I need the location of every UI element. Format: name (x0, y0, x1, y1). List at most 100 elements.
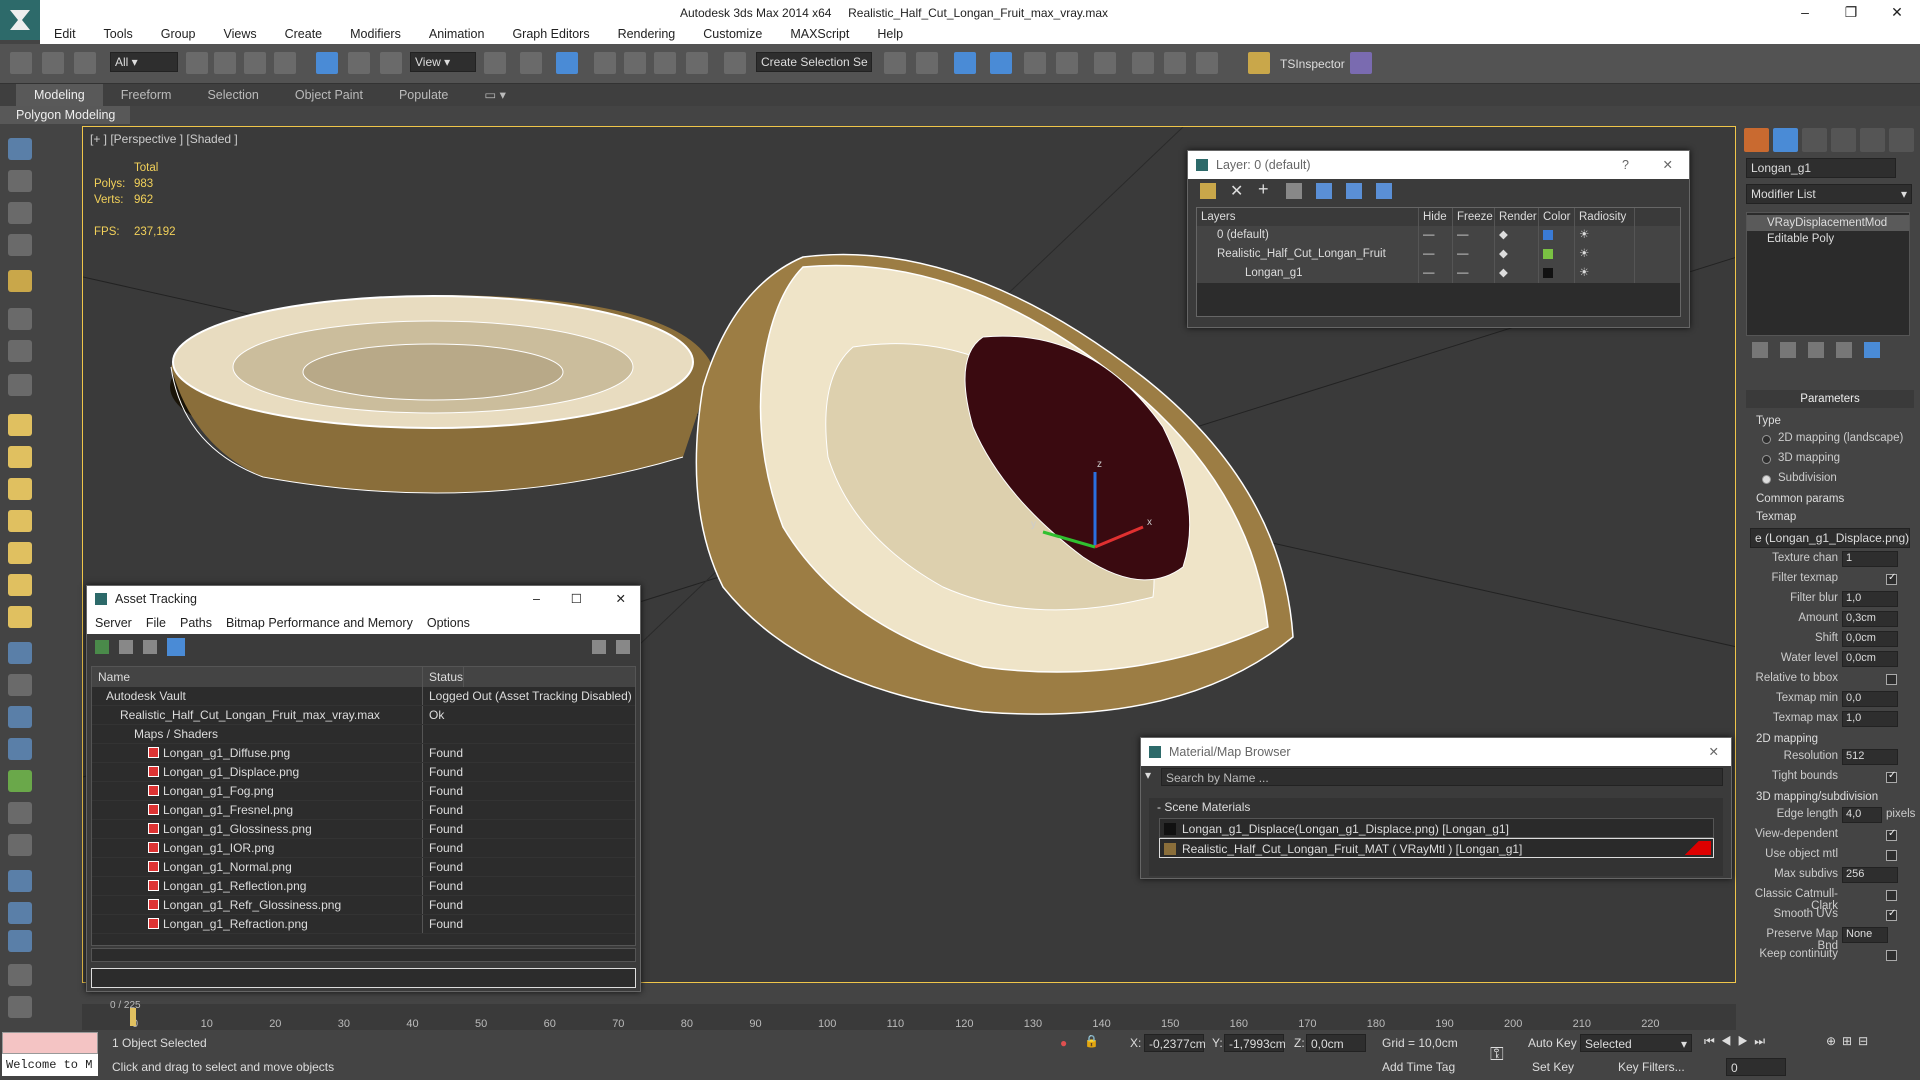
select-rotate-icon[interactable] (348, 52, 370, 74)
radiosity-icon[interactable]: ☀ (1575, 226, 1635, 245)
render-toggle[interactable]: ◆ (1495, 264, 1539, 283)
tab-selection[interactable]: Selection (189, 84, 276, 106)
asset-row[interactable]: Longan_g1_Fresnel.png Found (92, 801, 635, 820)
time-slider-handle[interactable] (130, 1008, 136, 1026)
asset-row[interactable]: Longan_g1_Refr_Glossiness.png Found (92, 896, 635, 915)
delete-layer-icon[interactable]: ✕ (1230, 181, 1243, 201)
asset-row[interactable]: Realistic_Half_Cut_Longan_Fruit_max_vray… (92, 706, 635, 725)
select-manipulate-icon[interactable] (520, 52, 542, 74)
list-view-icon[interactable] (119, 640, 133, 654)
lock-selection-icon[interactable]: 🔒 (1084, 1034, 1099, 1048)
asset-row[interactable]: Longan_g1_Reflection.png Found (92, 877, 635, 896)
viewport-nav-controls[interactable]: ⊕⊞⊟ (1826, 1034, 1874, 1048)
modifier-vraydisplacement[interactable]: VRayDisplacementMod (1747, 215, 1909, 231)
viewport-config-icon[interactable] (8, 930, 32, 952)
layer-row[interactable]: Realistic_Half_Cut_Longan_Fruit — — ◆ ☀ (1197, 245, 1680, 264)
freeze-toggle[interactable]: — (1453, 245, 1495, 264)
layer-name[interactable]: Longan_g1 (1197, 264, 1419, 283)
use-object-mtl-checkbox[interactable] (1886, 850, 1897, 861)
percent-snap-icon[interactable] (654, 52, 676, 74)
asset-minimize-button[interactable]: – (533, 586, 540, 612)
material-item[interactable]: Longan_g1_Displace(Longan_g1_Displace.pn… (1159, 818, 1714, 838)
rendered-frame-icon[interactable] (1164, 52, 1186, 74)
menu-create[interactable]: Create (271, 24, 337, 44)
hide-all-layers-icon[interactable] (1346, 183, 1362, 199)
freeze-all-layers-icon[interactable] (1376, 183, 1392, 199)
menu-modifiers[interactable]: Modifiers (336, 24, 415, 44)
radiosity-icon[interactable]: ☀ (1575, 245, 1635, 264)
asset-row[interactable]: Longan_g1_Glossiness.png Found (92, 820, 635, 839)
select-by-name-icon[interactable] (214, 52, 236, 74)
ribbon-toggle-icon[interactable] (990, 52, 1012, 74)
key-filters-button[interactable]: Key Filters... (1618, 1060, 1685, 1074)
texmap-min-spinner[interactable]: 0,0 (1842, 691, 1898, 707)
scene-icon[interactable] (8, 902, 32, 924)
asset-row[interactable]: Autodesk Vault Logged Out (Asset Tracking… (92, 687, 635, 706)
viewport-label[interactable]: [+ ] [Perspective ] [Shaded ] (90, 132, 238, 146)
plugin-icon[interactable] (1350, 52, 1372, 74)
table-view-icon[interactable] (167, 638, 185, 656)
make-unique-icon[interactable] (1808, 342, 1824, 358)
select-objects-in-layer-icon[interactable] (1286, 183, 1302, 199)
layer-color-swatch[interactable] (1539, 245, 1575, 264)
menu-help[interactable]: Help (863, 24, 917, 44)
asset-path-field[interactable] (91, 968, 636, 988)
ribbon-options-icon[interactable]: ▭ ▾ (466, 84, 524, 106)
type-option[interactable]: 3D mapping (1746, 450, 1914, 470)
mirror-icon[interactable] (884, 52, 906, 74)
select-object-icon[interactable] (186, 52, 208, 74)
refresh-icon[interactable] (95, 640, 109, 654)
asset-tracking-titlebar[interactable]: Asset Tracking – ☐ ✕ (87, 586, 640, 612)
menu-customize[interactable]: Customize (689, 24, 776, 44)
flower-icon[interactable] (8, 510, 32, 532)
new-layer-icon[interactable] (1200, 183, 1216, 199)
render-toggle[interactable]: ◆ (1495, 245, 1539, 264)
rect-selection-icon[interactable] (244, 52, 266, 74)
add-time-tag[interactable]: Add Time Tag (1382, 1060, 1455, 1074)
material-item[interactable]: Realistic_Half_Cut_Longan_Fruit_MAT ( VR… (1159, 838, 1714, 858)
render-production-icon[interactable] (1196, 52, 1218, 74)
spinner-snap-icon[interactable] (686, 52, 708, 74)
angle-snap-icon[interactable] (624, 52, 646, 74)
z-coord-field[interactable]: 0,0cm (1306, 1034, 1366, 1052)
col-radiosity[interactable]: Radiosity (1575, 208, 1635, 226)
disc-icon[interactable] (8, 606, 32, 628)
menu-graph-editors[interactable]: Graph Editors (498, 24, 603, 44)
plane-icon[interactable] (8, 414, 32, 436)
relative-to-bbox-checkbox[interactable] (1886, 674, 1897, 685)
search-menu-icon[interactable]: ▾ (1145, 768, 1151, 782)
object-name-field[interactable]: Longan_g1 (1746, 158, 1896, 178)
maxscript-listener-pink[interactable] (2, 1032, 98, 1054)
modifier-list-dropdown[interactable]: Modifier List ▾ (1746, 184, 1912, 204)
material-search-input[interactable]: Search by Name ... (1161, 768, 1723, 786)
current-frame-field[interactable]: 0 (1726, 1058, 1786, 1076)
create-tab-icon[interactable] (1744, 128, 1769, 152)
link-icon[interactable] (10, 52, 32, 74)
y-coord-field[interactable]: -1,7993cm (1224, 1034, 1286, 1052)
configure-sets-icon[interactable] (1864, 342, 1880, 358)
radiosity-icon[interactable]: ☀ (1575, 264, 1635, 283)
shift-spinner[interactable]: 0,0cm (1842, 631, 1898, 647)
thumbnail-view-icon[interactable] (143, 640, 157, 654)
menu-maxscript[interactable]: MAXScript (776, 24, 863, 44)
motion-tab-icon[interactable] (1831, 128, 1856, 152)
material-browser-titlebar[interactable]: Material/Map Browser ✕ (1141, 738, 1731, 766)
unlink-icon[interactable] (42, 52, 64, 74)
longan-half-left[interactable] (170, 295, 713, 494)
tab-freeform[interactable]: Freeform (103, 84, 190, 106)
radio-3d-mapping[interactable] (1762, 455, 1771, 464)
amount-spinner[interactable]: 0,3cm (1842, 611, 1898, 627)
layer-name[interactable]: 0 (default) (1197, 226, 1419, 245)
named-selection-dropdown[interactable]: Create Selection Se (756, 52, 872, 72)
tsinspector-icon[interactable] (1248, 52, 1270, 74)
pin-stack-icon[interactable] (1752, 342, 1768, 358)
radio-2d-mapping[interactable] (1762, 435, 1771, 444)
hierarchy-tab-icon[interactable] (1802, 128, 1827, 152)
menu-tools[interactable]: Tools (90, 24, 147, 44)
edit-named-selection-icon[interactable] (724, 52, 746, 74)
particles-icon[interactable] (8, 642, 32, 664)
layer-help-button[interactable]: ? (1622, 151, 1629, 179)
asset-row[interactable]: Longan_g1_IOR.png Found (92, 839, 635, 858)
teapot-icon[interactable] (8, 138, 32, 160)
asset-menu-options[interactable]: Options (427, 612, 470, 634)
